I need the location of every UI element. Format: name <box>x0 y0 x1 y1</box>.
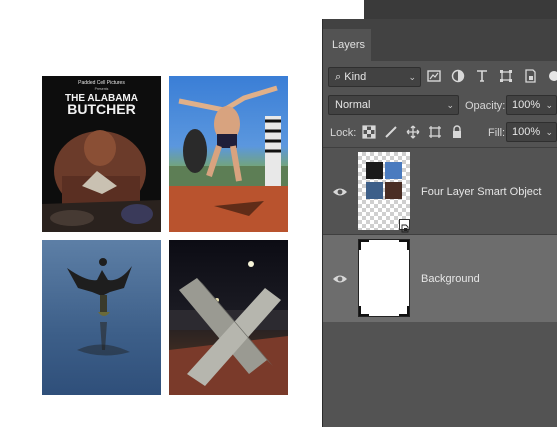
pixel-filter-icon[interactable] <box>427 69 441 83</box>
thumb-poster <box>366 162 383 179</box>
smart-object-filter-icon[interactable] <box>523 69 537 83</box>
selection-corner-bl <box>359 306 369 316</box>
photoshop-window: Padded Cell Pictures Presents THE ALABAM… <box>0 0 557 427</box>
lock-label: Lock: <box>330 127 357 139</box>
thumb-wrestling <box>385 162 402 179</box>
thumb-sculpture <box>385 182 402 199</box>
blend-mode-value: Normal <box>335 99 371 111</box>
sculpture-photo <box>169 240 288 395</box>
poster-presents: Presents <box>95 87 109 91</box>
layer-row-selected[interactable]: Background <box>323 235 557 322</box>
filter-toggle-icon[interactable] <box>547 69 557 83</box>
adjustment-filter-icon[interactable] <box>451 69 465 83</box>
shape-filter-icon[interactable] <box>499 69 513 83</box>
chevron-down-icon: ⌄ <box>545 127 553 137</box>
lock-pixels-icon[interactable] <box>384 125 398 139</box>
lock-transparency-icon[interactable] <box>362 125 376 139</box>
layers-panel: Layers ⌕ Kind ⌄ Normal ⌄ Opacity: 100% ⌄… <box>322 19 557 427</box>
poster-title-line2: BUTCHER <box>67 101 135 117</box>
layer-name[interactable]: Four Layer Smart Object <box>421 185 541 199</box>
cormorant-artwork <box>67 258 132 356</box>
lock-position-icon[interactable] <box>406 125 420 139</box>
poster-photo: Padded Cell Pictures Presents THE ALABAM… <box>42 76 161 232</box>
smart-object-badge-icon <box>399 219 410 233</box>
top-menu-strip <box>364 0 557 19</box>
selection-corner-tl <box>359 240 369 250</box>
selection-corner-br <box>399 306 409 316</box>
lock-all-icon[interactable] <box>450 125 464 139</box>
layer-name[interactable]: Background <box>421 272 480 286</box>
layer-row[interactable]: Four Layer Smart Object <box>323 148 557 235</box>
chevron-down-icon: ⌄ <box>446 100 454 110</box>
opacity-field[interactable]: 100% ⌄ <box>506 95 557 115</box>
fill-value: 100% <box>512 126 541 138</box>
panel-tab-bar: Layers <box>323 19 557 61</box>
chevron-down-icon: ⌄ <box>408 72 416 82</box>
layer-thumbnail <box>358 152 410 233</box>
poster-artwork: Padded Cell Pictures Presents THE ALABAM… <box>42 76 161 232</box>
filter-kind-select[interactable]: ⌕ Kind ⌄ <box>328 67 421 87</box>
document-canvas[interactable]: Padded Cell Pictures Presents THE ALABAM… <box>0 0 322 427</box>
filter-kind-label: Kind <box>344 71 367 83</box>
opacity-label: Opacity: <box>465 100 506 112</box>
fill-label: Fill: <box>488 127 506 139</box>
search-icon: ⌕ <box>335 71 342 83</box>
lock-artboard-icon[interactable] <box>428 125 442 139</box>
type-filter-icon[interactable] <box>475 69 489 83</box>
selection-corner-tr <box>399 240 409 250</box>
tab-layers[interactable]: Layers <box>323 29 371 61</box>
poster-company: Padded Cell Pictures <box>78 80 125 86</box>
layer-thumbnail <box>358 239 410 317</box>
cormorant-photo <box>42 240 161 395</box>
opacity-value: 100% <box>512 99 541 111</box>
thumb-cormorant <box>366 182 383 199</box>
sculpture-artwork <box>169 261 288 395</box>
chevron-down-icon: ⌄ <box>545 100 553 110</box>
eye-icon[interactable] <box>332 185 348 197</box>
wrestling-photo <box>169 76 288 232</box>
fill-field[interactable]: 100% ⌄ <box>506 122 557 142</box>
eye-icon[interactable] <box>332 272 348 284</box>
blend-mode-select[interactable]: Normal ⌄ <box>328 95 459 115</box>
wrestling-artwork <box>169 85 288 232</box>
